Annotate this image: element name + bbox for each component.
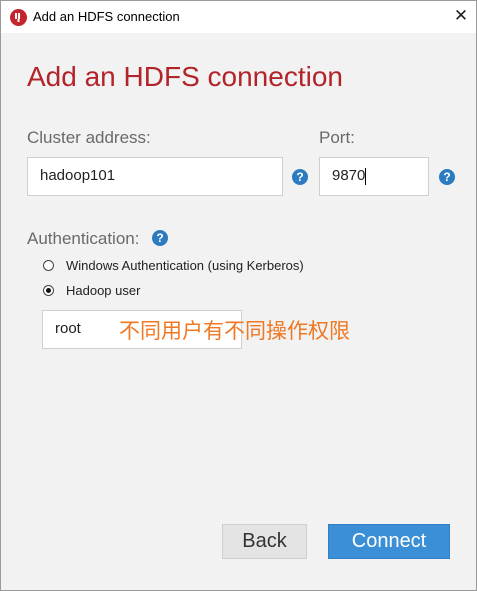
window-title: Add an HDFS connection <box>33 9 180 24</box>
connect-button[interactable]: Connect <box>328 524 450 559</box>
radio-button[interactable] <box>43 260 54 271</box>
port-label: Port: <box>319 128 355 147</box>
power-bi-app-icon <box>10 9 27 26</box>
cluster-address-input[interactable]: hadoop101 <box>27 157 283 196</box>
title-bar: Add an HDFS connection ✕ <box>1 1 476 33</box>
cluster-help-icon[interactable]: ? <box>292 169 308 185</box>
cluster-address-label: Cluster address: <box>27 128 151 147</box>
back-button[interactable]: Back <box>222 524 307 559</box>
port-help-icon[interactable]: ? <box>439 169 455 185</box>
radio-label-hadoop-user: Hadoop user <box>66 283 141 298</box>
port-input[interactable]: 9870 <box>319 157 429 196</box>
cluster-address-value: hadoop101 <box>40 167 116 184</box>
page-title: Add an HDFS connection <box>27 61 343 92</box>
text-caret <box>365 167 367 185</box>
close-icon: ✕ <box>453 6 469 25</box>
hadoop-user-value: root <box>55 320 81 337</box>
annotation-text: 不同用户有不同操作权限 <box>119 319 350 343</box>
close-button[interactable]: ✕ <box>448 3 474 29</box>
authentication-help-icon[interactable]: ? <box>152 230 168 246</box>
radio-button-selected[interactable] <box>43 285 54 296</box>
port-value: 9870 <box>332 167 366 184</box>
radio-label-windows-auth: Windows Authentication (using Kerberos) <box>66 258 304 273</box>
authentication-label: Authentication: <box>27 229 140 248</box>
dialog-window: Add an HDFS connection ✕ Add an HDFS con… <box>0 0 477 591</box>
